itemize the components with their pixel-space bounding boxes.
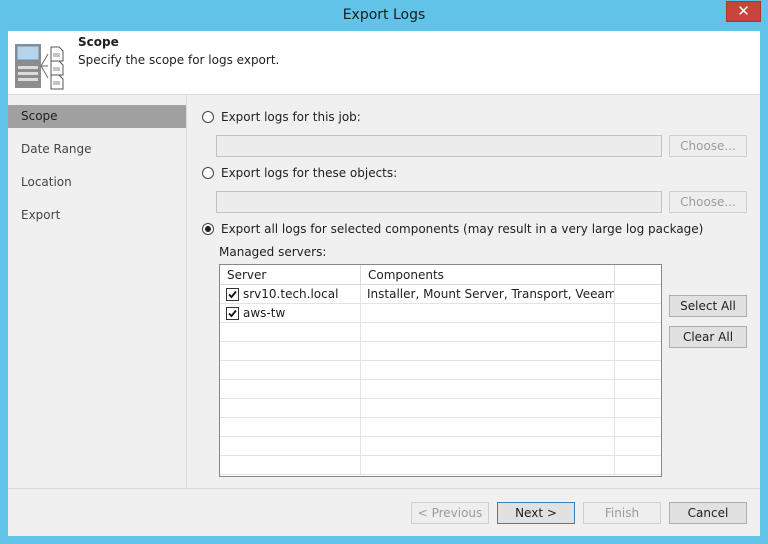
step-title: Scope	[78, 35, 119, 49]
radio-button[interactable]	[202, 167, 214, 179]
objects-field	[216, 191, 662, 213]
clear-all-button[interactable]: Clear All	[669, 326, 747, 348]
managed-servers-label: Managed servers:	[219, 245, 327, 259]
server-checkbox[interactable]	[226, 288, 239, 301]
window-title: Export Logs	[342, 7, 426, 23]
radio-label: Export logs for these objects:	[221, 166, 398, 180]
dialog-body: Scope Specify the scope for logs export.…	[8, 31, 760, 536]
server-checkbox[interactable]	[226, 307, 239, 320]
table-row[interactable]: aws-tw	[220, 304, 661, 323]
components-cell: Installer, Mount Server, Transport, Veea…	[361, 285, 615, 304]
table-row[interactable]: srv10.tech.local Installer, Mount Server…	[220, 285, 661, 304]
radio-export-job[interactable]: Export logs for this job:	[202, 109, 361, 125]
checkmark-icon	[228, 309, 237, 318]
job-field	[216, 135, 662, 157]
checkmark-icon	[228, 290, 237, 299]
empty-row	[220, 418, 661, 437]
radio-button[interactable]	[202, 111, 214, 123]
empty-row	[220, 437, 661, 456]
wizard-header: Scope Specify the scope for logs export.	[8, 31, 760, 95]
components-cell	[361, 304, 615, 323]
close-button[interactable]: ✕	[726, 1, 761, 22]
radio-button-selected[interactable]	[202, 223, 214, 235]
radio-export-objects[interactable]: Export logs for these objects:	[202, 165, 397, 181]
close-icon: ✕	[737, 2, 750, 20]
radio-export-all[interactable]: Export all logs for selected components …	[202, 221, 703, 237]
export-logs-icon	[15, 44, 64, 90]
step-export[interactable]: Export	[8, 204, 186, 227]
empty-row	[220, 456, 661, 475]
wizard-steps: Scope Date Range Location Export	[8, 95, 187, 488]
scope-panel: Export logs for this job: Choose... Expo…	[188, 95, 760, 488]
empty-row	[220, 323, 661, 342]
wizard-footer: < Previous Next > Finish Cancel	[8, 488, 760, 536]
server-name: aws-tw	[243, 306, 286, 320]
server-cell: aws-tw	[220, 304, 361, 323]
choose-objects-button[interactable]: Choose...	[669, 191, 747, 213]
server-name: srv10.tech.local	[243, 287, 339, 301]
step-subtitle: Specify the scope for logs export.	[78, 53, 280, 67]
empty-row	[220, 342, 661, 361]
finish-button[interactable]: Finish	[583, 502, 661, 524]
empty-row	[220, 399, 661, 418]
column-server[interactable]: Server	[220, 265, 361, 285]
step-scope[interactable]: Scope	[8, 105, 186, 128]
title-bar[interactable]: Export Logs ✕	[0, 0, 768, 32]
server-cell: srv10.tech.local	[220, 285, 361, 304]
empty-row	[220, 361, 661, 380]
step-location[interactable]: Location	[8, 171, 186, 194]
choose-job-button[interactable]: Choose...	[669, 135, 747, 157]
export-logs-window: Export Logs ✕ Scope Specify the scope fo…	[0, 0, 768, 544]
managed-servers-grid[interactable]: Server Components srv10.tech.local Insta…	[219, 264, 662, 477]
radio-label: Export all logs for selected components …	[221, 222, 704, 236]
radio-label: Export logs for this job:	[221, 110, 361, 124]
grid-header: Server Components	[220, 265, 661, 285]
step-date-range[interactable]: Date Range	[8, 138, 186, 161]
cancel-button[interactable]: Cancel	[669, 502, 747, 524]
select-all-button[interactable]: Select All	[669, 295, 747, 317]
column-components[interactable]: Components	[361, 265, 615, 285]
empty-row	[220, 380, 661, 399]
next-button[interactable]: Next >	[497, 502, 575, 524]
previous-button[interactable]: < Previous	[411, 502, 489, 524]
